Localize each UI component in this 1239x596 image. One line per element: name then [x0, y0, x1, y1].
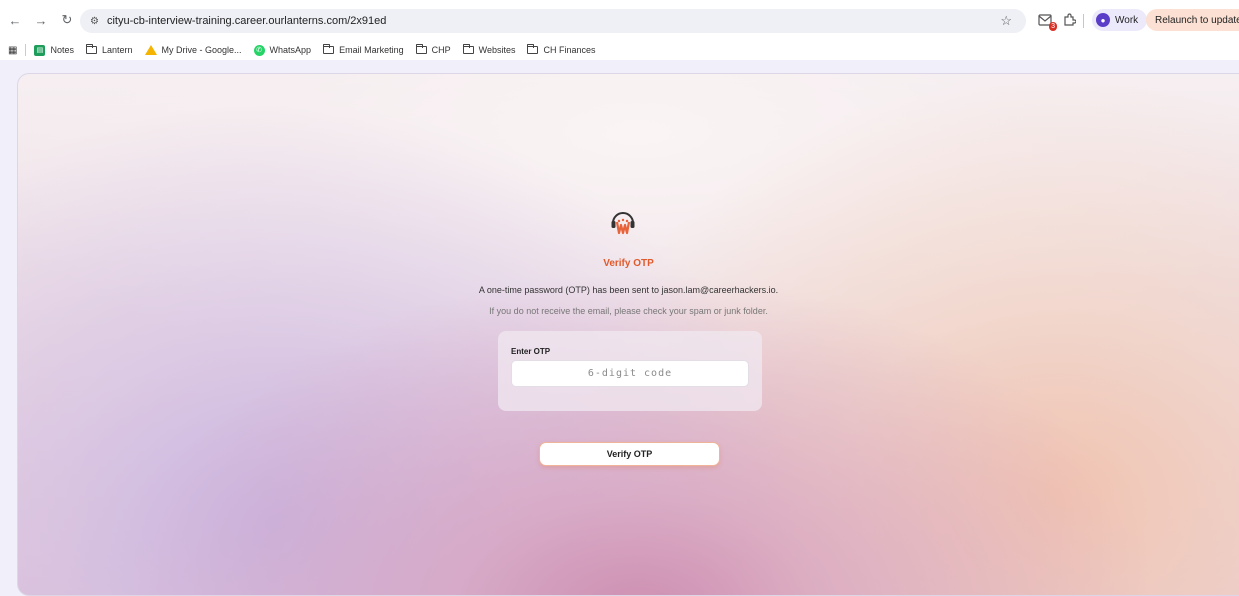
- bookmark-whatsapp[interactable]: ✆ WhatsApp: [253, 44, 312, 56]
- bookmark-label: Websites: [478, 45, 516, 55]
- otp-form-panel: Enter OTP: [498, 331, 762, 411]
- toolbar-divider: [1083, 14, 1084, 28]
- folder-icon: [323, 44, 335, 54]
- bookmark-label: Email Marketing: [339, 45, 404, 55]
- folder-icon: [85, 44, 97, 54]
- mail-extension-icon[interactable]: 3: [1036, 11, 1057, 31]
- bookmark-ch-finances[interactable]: CH Finances: [527, 44, 596, 55]
- bookmark-lantern[interactable]: Lantern: [85, 44, 133, 55]
- address-bar[interactable]: ⚙ cityu-cb-interview-training.career.our…: [80, 9, 1026, 33]
- bookmark-star-icon[interactable]: ☆: [1000, 13, 1012, 29]
- folder-icon: [415, 44, 427, 54]
- spam-hint-message: If you do not receive the email, please …: [489, 306, 768, 316]
- bookmark-notes[interactable]: ▤ Notes: [34, 44, 74, 56]
- bookmark-chp[interactable]: CHP: [415, 44, 451, 55]
- apps-grid-icon[interactable]: ▦: [8, 45, 17, 56]
- bookmark-label: CHP: [431, 45, 451, 55]
- puzzle-icon: [1064, 13, 1076, 26]
- otp-input[interactable]: [511, 360, 749, 387]
- bookmark-label: Lantern: [101, 45, 133, 55]
- profile-label: Work: [1115, 14, 1139, 26]
- relaunch-label: Relaunch to update: [1155, 14, 1239, 26]
- relaunch-button[interactable]: Relaunch to update: [1146, 9, 1239, 31]
- bookmark-label: Notes: [50, 45, 74, 55]
- profile-button[interactable]: ● Work: [1092, 9, 1148, 31]
- bookmark-label: WhatsApp: [269, 45, 312, 55]
- verify-otp-button[interactable]: Verify OTP: [539, 442, 720, 466]
- bookmark-websites[interactable]: Websites: [462, 44, 516, 55]
- folder-icon: [462, 44, 474, 54]
- otp-page-card: Verify OTP A one-time password (OTP) has…: [17, 73, 1239, 596]
- bookmark-my-drive[interactable]: My Drive - Google...: [144, 45, 242, 55]
- lantern-logo-icon: [611, 212, 635, 235]
- profile-avatar-icon: ●: [1096, 13, 1110, 27]
- bookmarks-divider: [25, 44, 27, 56]
- bookmark-label: My Drive - Google...: [161, 45, 242, 55]
- extension-badge: 3: [1049, 22, 1057, 31]
- google-drive-icon: [144, 45, 157, 55]
- otp-label: Enter OTP: [511, 347, 551, 356]
- extensions-puzzle-icon[interactable]: [1060, 11, 1078, 29]
- back-icon[interactable]: ←: [4, 9, 26, 31]
- forward-icon[interactable]: →: [30, 9, 52, 31]
- reload-icon[interactable]: ↻: [56, 9, 78, 31]
- browser-toolbar: ← → ↻ ⚙ cityu-cb-interview-training.care…: [0, 0, 1239, 40]
- bookmark-email-marketing[interactable]: Email Marketing: [323, 44, 404, 55]
- site-settings-icon[interactable]: ⚙: [90, 16, 99, 27]
- otp-sent-message: A one-time password (OTP) has been sent …: [478, 285, 779, 295]
- notes-icon: ▤: [34, 44, 46, 56]
- bookmark-label: CH Finances: [543, 45, 596, 55]
- url-text: cityu-cb-interview-training.career.ourla…: [106, 15, 387, 27]
- bookmarks-bar: ▦ ▤ Notes Lantern My Drive - Google... ✆…: [0, 40, 1239, 60]
- page-title: Verify OTP: [603, 258, 654, 269]
- folder-icon: [527, 44, 539, 54]
- whatsapp-icon: ✆: [253, 44, 265, 56]
